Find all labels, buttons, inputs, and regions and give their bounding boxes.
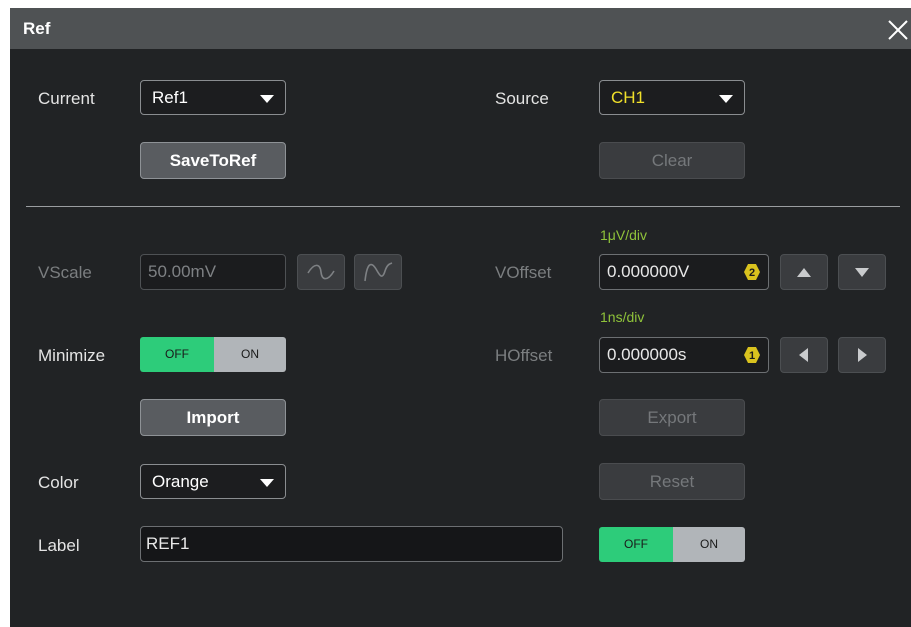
- hoffset-value: 0.000000s: [607, 345, 687, 364]
- voffset-value: 0.000000V: [607, 262, 690, 281]
- voffset-hint: 1μV/div: [600, 227, 647, 243]
- knob-2-number: 2: [749, 267, 755, 279]
- reset-button[interactable]: Reset: [599, 463, 745, 500]
- triangle-left-icon: [799, 348, 808, 362]
- source-value: CH1: [611, 88, 646, 107]
- voffset-down-button[interactable]: [838, 254, 886, 290]
- triangle-up-icon: [797, 268, 811, 277]
- label-off-option[interactable]: OFF: [599, 527, 673, 562]
- current-label: Current: [38, 89, 95, 108]
- dropdown-arrow-icon: [260, 479, 274, 487]
- wave-icon: [307, 264, 335, 280]
- dialog-title: Ref: [23, 19, 51, 38]
- knob-1-number: 1: [749, 350, 755, 362]
- triangle-down-icon: [855, 268, 869, 277]
- color-label: Color: [38, 473, 79, 492]
- label-on-option[interactable]: ON: [673, 527, 745, 562]
- vscale-coarse-button[interactable]: [297, 254, 345, 290]
- label-input[interactable]: REF1: [140, 526, 563, 562]
- dropdown-arrow-icon: [719, 95, 733, 103]
- export-button[interactable]: Export: [599, 399, 745, 436]
- hoffset-hint: 1ns/div: [600, 309, 645, 325]
- wave-icon: [364, 262, 393, 282]
- label-display-toggle[interactable]: OFF ON: [599, 527, 745, 562]
- hoffset-left-button[interactable]: [780, 337, 828, 373]
- current-select[interactable]: Ref1: [140, 80, 286, 115]
- vscale-field[interactable]: 50.00mV: [140, 254, 286, 290]
- source-label: Source: [495, 89, 549, 108]
- knob-2-icon: 2: [744, 264, 760, 280]
- save-to-ref-button[interactable]: SaveToRef: [140, 142, 286, 179]
- voffset-up-button[interactable]: [780, 254, 828, 290]
- triangle-right-icon: [858, 348, 867, 362]
- import-button[interactable]: Import: [140, 399, 286, 436]
- source-select[interactable]: CH1: [599, 80, 745, 115]
- minimize-label: Minimize: [38, 346, 106, 365]
- vscale-label: VScale: [38, 263, 92, 282]
- minimize-on-option[interactable]: ON: [214, 337, 286, 372]
- clear-button[interactable]: Clear: [599, 142, 745, 179]
- hoffset-right-button[interactable]: [838, 337, 886, 373]
- vscale-fine-button[interactable]: [354, 254, 402, 290]
- section-divider: [26, 206, 900, 207]
- color-select[interactable]: Orange: [140, 464, 286, 499]
- current-value: Ref1: [152, 88, 188, 107]
- voffset-label: VOffset: [495, 263, 552, 282]
- hoffset-label: HOffset: [495, 346, 553, 365]
- minimize-off-option[interactable]: OFF: [140, 337, 214, 372]
- minimize-toggle[interactable]: OFF ON: [140, 337, 286, 372]
- title-bar: Ref: [10, 8, 911, 49]
- label-label: Label: [38, 536, 80, 555]
- color-value: Orange: [152, 472, 209, 491]
- dropdown-arrow-icon: [260, 95, 274, 103]
- ref-dialog: Ref Current Ref1 Source CH1 SaveToRef Cl…: [10, 8, 911, 627]
- knob-1-icon: 1: [744, 347, 760, 363]
- close-icon[interactable]: [887, 19, 909, 41]
